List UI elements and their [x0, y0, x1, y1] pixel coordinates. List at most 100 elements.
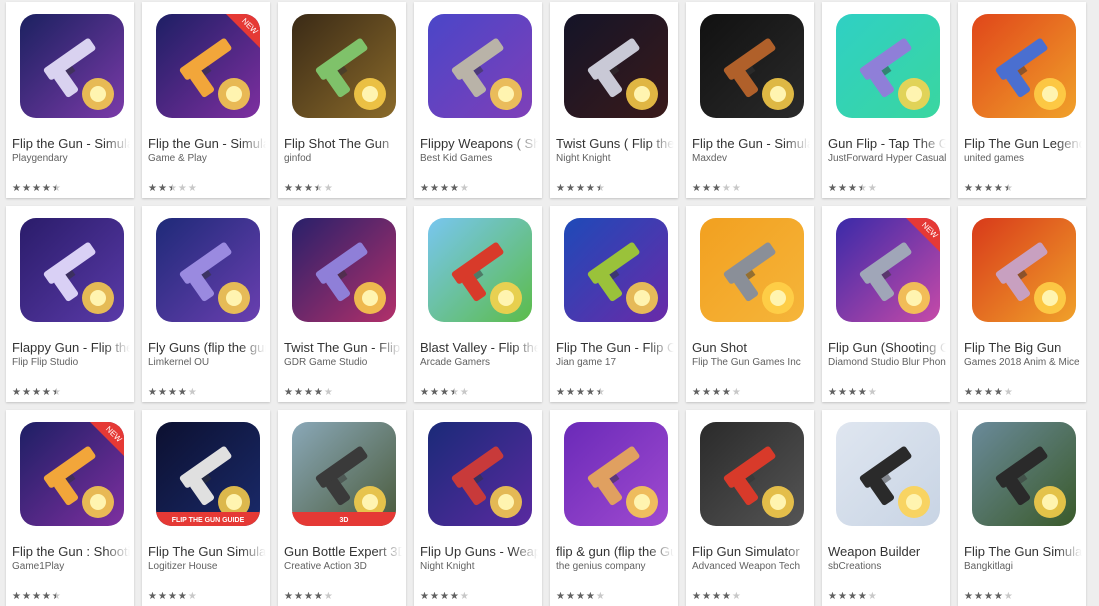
- app-title[interactable]: Twist The Gun - Flip: [284, 340, 402, 356]
- app-card[interactable]: Weapon Builder sbCreations ★ ★ ★ ★ ★ ★ ★ ★ ★: [822, 410, 950, 606]
- app-card[interactable]: Flappy Gun - Flip the GunFlip Flip Studi…: [6, 206, 134, 402]
- app-developer[interactable]: Limkernel OU: [148, 357, 266, 369]
- pistol-rocket-icon[interactable]: [700, 422, 804, 526]
- app-card[interactable]: Flip Up Guns - WeaponNight Knight★★★★★★★…: [414, 410, 542, 606]
- landscape-pistol-icon[interactable]: [972, 422, 1076, 526]
- app-developer[interactable]: Playgendary: [12, 153, 130, 165]
- app-developer[interactable]: Bangkitlagi: [964, 561, 1082, 573]
- app-developer[interactable]: Diamond Studio Blur Phone: [828, 357, 946, 369]
- app-title[interactable]: Flip the Gun : Shooting: [12, 544, 130, 560]
- app-card[interactable]: FLIP THE GUN GUIDE Flip The Gun Simulator…: [142, 410, 270, 606]
- assault-rifle-blueprint-icon[interactable]: [836, 422, 940, 526]
- app-title[interactable]: Gun Flip - Tap The Gun: [828, 136, 946, 152]
- app-developer[interactable]: Flip The Gun Games Inc: [692, 357, 810, 369]
- app-card[interactable]: Flip Shot The Gunginfod★★★★★★★★★: [278, 2, 406, 198]
- gun-guide-icon[interactable]: FLIP THE GUN GUIDE: [156, 422, 260, 526]
- app-title[interactable]: Flip the Gun - Simulator: [692, 136, 810, 152]
- app-developer[interactable]: sbCreations: [828, 561, 946, 573]
- app-developer[interactable]: Jian game 17: [556, 357, 674, 369]
- app-developer[interactable]: Best Kid Games: [420, 153, 538, 165]
- revolver-flip-icon[interactable]: [428, 14, 532, 118]
- revolver-fire-icon[interactable]: [972, 14, 1076, 118]
- app-card[interactable]: Flippy Weapons ( Shoot )Best Kid Games★★…: [414, 2, 542, 198]
- app-title[interactable]: Flip Up Guns - Weapon: [420, 544, 538, 560]
- app-card[interactable]: 3D Gun Bottle Expert 3D Creative Action 3D…: [278, 410, 406, 606]
- minigun-fire-icon[interactable]: [972, 218, 1076, 322]
- app-title[interactable]: Flip The Gun Legends: [964, 136, 1082, 152]
- app-card[interactable]: Twist Guns ( Flip the Gun )Night Knight ★…: [550, 2, 678, 198]
- app-title[interactable]: Flip The Gun Simulator: [964, 544, 1082, 560]
- app-title[interactable]: Gun Shot: [692, 340, 810, 356]
- app-title[interactable]: Flip The Gun Simulator Guide: [148, 544, 266, 560]
- star-icon: ★★: [721, 387, 731, 398]
- app-card[interactable]: NEWFlip the Gun - SimulatorGame & Play★★…: [142, 2, 270, 198]
- app-card[interactable]: Flip The Gun - Flip ChallengeJian game 1…: [550, 206, 678, 402]
- app-developer[interactable]: the genius company: [556, 561, 674, 573]
- star-icon: ★★: [21, 591, 31, 602]
- app-title[interactable]: Flip The Gun - Flip Challenge: [556, 340, 674, 356]
- app-card[interactable]: Flip Gun Simulator Advanced Weapon Tech ★ ★…: [686, 410, 814, 606]
- flip-gun-small-icon[interactable]: [564, 422, 668, 526]
- rifle-flip-icon[interactable]: NEW: [156, 14, 260, 118]
- app-card[interactable]: NEW Flip Gun (Shooting Game)Diamond Studi…: [822, 206, 950, 402]
- pistol-flip-icon[interactable]: [20, 14, 124, 118]
- app-title[interactable]: Flip Gun (Shooting Game): [828, 340, 946, 356]
- app-card[interactable]: Flip The Big Gun Games 2018 Anim & Mice ★ ★…: [958, 206, 1086, 402]
- rifle-new-icon[interactable]: NEW: [20, 422, 124, 526]
- revolver-new-icon[interactable]: NEW: [836, 218, 940, 322]
- app-developer[interactable]: Advanced Weapon Tech: [692, 561, 810, 573]
- pistol-space-icon[interactable]: [20, 218, 124, 322]
- revolver-orange-icon[interactable]: [700, 218, 804, 322]
- twist-gun-icon[interactable]: [564, 14, 668, 118]
- laser-gun-icon[interactable]: [564, 218, 668, 322]
- app-card[interactable]: NEWFlip the Gun : ShootingGame1Play★★★★★…: [6, 410, 134, 606]
- pistol-twist-icon[interactable]: [292, 218, 396, 322]
- app-developer[interactable]: Logitizer House: [148, 561, 266, 573]
- app-developer[interactable]: united games: [964, 153, 1082, 165]
- app-card[interactable]: Blast Valley - Flip the GunArcade Gamers…: [414, 206, 542, 402]
- app-title[interactable]: Weapon Builder: [828, 544, 946, 560]
- app-title[interactable]: Flappy Gun - Flip the Gun: [12, 340, 130, 356]
- app-card[interactable]: Flip The Gun SimulatorBangkitlagi★★★★★★★…: [958, 410, 1086, 606]
- app-title[interactable]: Flip The Big Gun: [964, 340, 1082, 356]
- app-developer[interactable]: Night Knight: [556, 153, 674, 165]
- app-title[interactable]: Flip Gun Simulator: [692, 544, 810, 560]
- app-card[interactable]: Flip The Gun Legends united games ★ ★ ★ ★ ★ ★ ★ ★…: [958, 2, 1086, 198]
- star-icon: ★★: [575, 591, 585, 602]
- bottle-shoot-icon[interactable]: 3D: [292, 422, 396, 526]
- pistol-planet-icon[interactable]: [156, 218, 260, 322]
- app-title[interactable]: Gun Bottle Expert 3D: [284, 544, 402, 560]
- app-title[interactable]: Flippy Weapons ( Shoot ): [420, 136, 538, 152]
- app-card[interactable]: Flip the Gun - SimulatorMaxdev★★★★★★★★: [686, 2, 814, 198]
- app-developer[interactable]: Games 2018 Anim & Mice: [964, 357, 1082, 369]
- app-developer[interactable]: Maxdev: [692, 153, 810, 165]
- app-card[interactable]: flip & gun (flip the Gun)the genius comp…: [550, 410, 678, 606]
- app-card[interactable]: Flip the Gun - SimulatorPlaygendary★★★★★…: [6, 2, 134, 198]
- star-icon: ★★: [177, 387, 187, 398]
- app-title[interactable]: Fly Guns (flip the gun): [148, 340, 266, 356]
- app-title[interactable]: Flip the Gun - Simulator: [148, 136, 266, 152]
- app-developer[interactable]: ginfod: [284, 153, 402, 165]
- app-card[interactable]: Twist The Gun - Flip GDR Game Studio ★ ★ ★ ★ ★…: [278, 206, 406, 402]
- app-card[interactable]: Fly Guns (flip the gun) Limkernel OU ★ ★ ★ ★ ★…: [142, 206, 270, 402]
- app-developer[interactable]: GDR Game Studio: [284, 357, 402, 369]
- blaster-valley-icon[interactable]: [428, 218, 532, 322]
- musket-flip-icon[interactable]: [700, 14, 804, 118]
- app-developer[interactable]: Creative Action 3D: [284, 561, 402, 573]
- pistol-ring-icon[interactable]: [836, 14, 940, 118]
- app-title[interactable]: Flip Shot The Gun: [284, 136, 402, 152]
- app-card[interactable]: Gun Shot Flip The Gun Games Inc ★ ★ ★ ★ ★ ★ ★ ★ ★: [686, 206, 814, 402]
- app-developer[interactable]: Flip Flip Studio: [12, 357, 130, 369]
- app-card[interactable]: Gun Flip - Tap The GunJustForward Hyper …: [822, 2, 950, 198]
- app-developer[interactable]: Arcade Gamers: [420, 357, 538, 369]
- app-title[interactable]: flip & gun (flip the Gun): [556, 544, 674, 560]
- app-title[interactable]: Flip the Gun - Simulator: [12, 136, 130, 152]
- app-title[interactable]: Twist Guns ( Flip the Gun ): [556, 136, 674, 152]
- app-developer[interactable]: Game & Play: [148, 153, 266, 165]
- raygun-flip-icon[interactable]: [428, 422, 532, 526]
- app-title[interactable]: Blast Valley - Flip the Gun: [420, 340, 538, 356]
- desert-eagle-icon[interactable]: [292, 14, 396, 118]
- app-developer[interactable]: JustForward Hyper Casual: [828, 153, 946, 165]
- app-developer[interactable]: Night Knight: [420, 561, 538, 573]
- app-developer[interactable]: Game1Play: [12, 561, 130, 573]
